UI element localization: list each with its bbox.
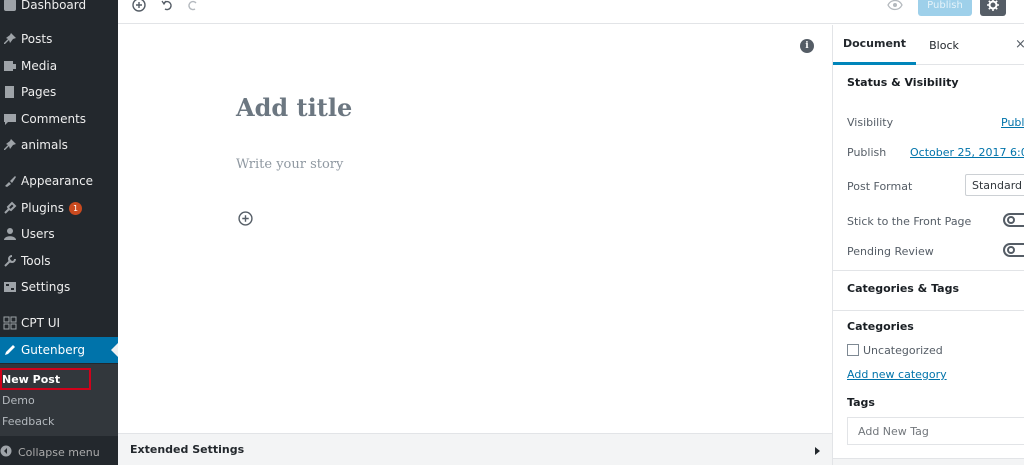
pencil-icon xyxy=(0,340,20,360)
extended-settings-toggle[interactable]: Extended Settings xyxy=(118,433,832,465)
users-icon xyxy=(0,224,20,244)
categories-tags-heading[interactable]: Categories & Tags xyxy=(847,282,959,295)
categories-label: Categories xyxy=(847,320,914,333)
menu-item-gutenberg[interactable]: Gutenberg xyxy=(0,337,118,363)
submenu-demo[interactable]: Demo xyxy=(2,394,35,407)
menu-label: Gutenberg xyxy=(21,343,85,357)
section-divider xyxy=(833,310,1024,311)
visibility-label: Visibility xyxy=(847,116,894,129)
wordpress-gutenberg-editor: Dashboard Posts Media Pages Comments ani… xyxy=(0,0,1024,465)
publish-label: Publish xyxy=(847,146,887,159)
new-post-highlight-box xyxy=(0,368,91,390)
panel-footer xyxy=(833,458,1024,465)
toggle-knob xyxy=(1007,216,1015,224)
toggle-knob xyxy=(1007,246,1015,254)
editor-toolbar: Publish xyxy=(118,0,1024,24)
admin-sidebar: Dashboard Posts Media Pages Comments ani… xyxy=(0,0,118,465)
close-icon[interactable]: × xyxy=(1015,37,1024,52)
collapse-menu-button[interactable]: Collapse menu xyxy=(0,440,118,465)
post-format-label: Post Format xyxy=(847,180,913,193)
menu-label: Media xyxy=(21,59,58,73)
pushpin-icon xyxy=(0,29,20,49)
sticky-toggle[interactable] xyxy=(1003,213,1024,227)
sticky-label: Stick to the Front Page xyxy=(847,215,972,228)
block-inserter-icon[interactable] xyxy=(236,209,254,227)
collapse-arrow-icon xyxy=(0,445,12,460)
redo-icon[interactable] xyxy=(182,0,204,16)
publish-date-link[interactable]: October 25, 2017 6:06 am xyxy=(910,146,1024,159)
menu-item-dashboard[interactable]: Dashboard xyxy=(0,0,118,18)
section-divider xyxy=(833,270,1024,271)
menu-label: Dashboard xyxy=(21,0,87,12)
menu-label: Plugins xyxy=(21,201,64,215)
pushpin-icon xyxy=(0,135,20,155)
comments-icon xyxy=(0,109,20,129)
menu-label: Settings xyxy=(21,280,71,294)
plugin-update-badge: 1 xyxy=(68,201,82,215)
extended-settings-label: Extended Settings xyxy=(130,443,245,456)
menu-item-tools[interactable]: Tools xyxy=(0,248,118,274)
settings-tabs: Document Block × xyxy=(833,25,1024,65)
menu-item-appearance[interactable]: Appearance xyxy=(0,168,118,194)
post-format-select[interactable]: Standard ▼ xyxy=(965,174,1024,196)
brush-icon xyxy=(0,171,20,191)
post-title-field[interactable]: Add title xyxy=(236,93,352,122)
menu-item-media[interactable]: Media xyxy=(0,53,118,79)
add-block-icon[interactable] xyxy=(128,0,150,16)
undo-icon[interactable] xyxy=(156,0,178,16)
menu-label: Posts xyxy=(21,32,53,46)
grid-icon xyxy=(0,313,20,333)
tags-label: Tags xyxy=(847,396,875,409)
publish-button[interactable]: Publish xyxy=(918,0,972,16)
status-visibility-heading[interactable]: Status & Visibility xyxy=(847,76,959,89)
uncategorized-checkbox[interactable] xyxy=(847,344,859,356)
menu-item-settings[interactable]: Settings xyxy=(0,274,118,300)
add-new-category-link[interactable]: Add new category xyxy=(847,368,947,381)
visibility-value-link[interactable]: Public xyxy=(1001,116,1024,129)
menu-label: Appearance xyxy=(21,174,94,188)
menu-item-comments[interactable]: Comments xyxy=(0,106,118,132)
wrench-icon xyxy=(0,251,20,271)
add-tag-input[interactable]: Add New Tag xyxy=(847,417,1024,445)
post-format-value: Standard xyxy=(972,178,1023,192)
settings-sidebar: Document Block × Status & Visibility Vis… xyxy=(832,25,1024,465)
menu-label: Tools xyxy=(21,254,51,268)
settings-gear-button[interactable] xyxy=(980,0,1006,16)
info-icon[interactable]: i xyxy=(800,39,814,53)
tab-block[interactable]: Block xyxy=(916,25,972,65)
menu-label: Users xyxy=(21,227,55,241)
settings-gear-icon xyxy=(987,0,999,11)
caret-right-icon xyxy=(815,447,820,455)
menu-item-plugins[interactable]: Plugins 1 xyxy=(0,195,118,221)
plugin-icon xyxy=(0,198,20,218)
menu-label: Comments xyxy=(21,112,87,126)
uncategorized-label: Uncategorized xyxy=(863,344,943,357)
menu-item-users[interactable]: Users xyxy=(0,221,118,247)
post-body-field[interactable]: Write your story xyxy=(236,157,343,172)
dashboard-icon xyxy=(0,0,20,15)
menu-item-pages[interactable]: Pages xyxy=(0,79,118,105)
pending-review-label: Pending Review xyxy=(847,245,934,258)
tab-document[interactable]: Document xyxy=(833,25,916,65)
menu-label: animals xyxy=(21,138,68,152)
media-icon xyxy=(0,56,20,76)
settings-icon xyxy=(0,277,20,297)
pages-icon xyxy=(0,82,20,102)
preview-eye-icon[interactable] xyxy=(884,0,906,16)
submenu-feedback[interactable]: Feedback xyxy=(2,415,54,428)
menu-label: Pages xyxy=(21,85,57,99)
pending-review-toggle[interactable] xyxy=(1003,243,1024,257)
menu-label: CPT UI xyxy=(21,316,61,330)
menu-item-posts[interactable]: Posts xyxy=(0,26,118,52)
menu-item-cpt-ui[interactable]: CPT UI xyxy=(0,310,118,336)
editor-canvas: i Add title Write your story xyxy=(118,25,832,433)
menu-item-animals[interactable]: animals xyxy=(0,132,118,158)
collapse-menu-label: Collapse menu xyxy=(18,446,100,459)
